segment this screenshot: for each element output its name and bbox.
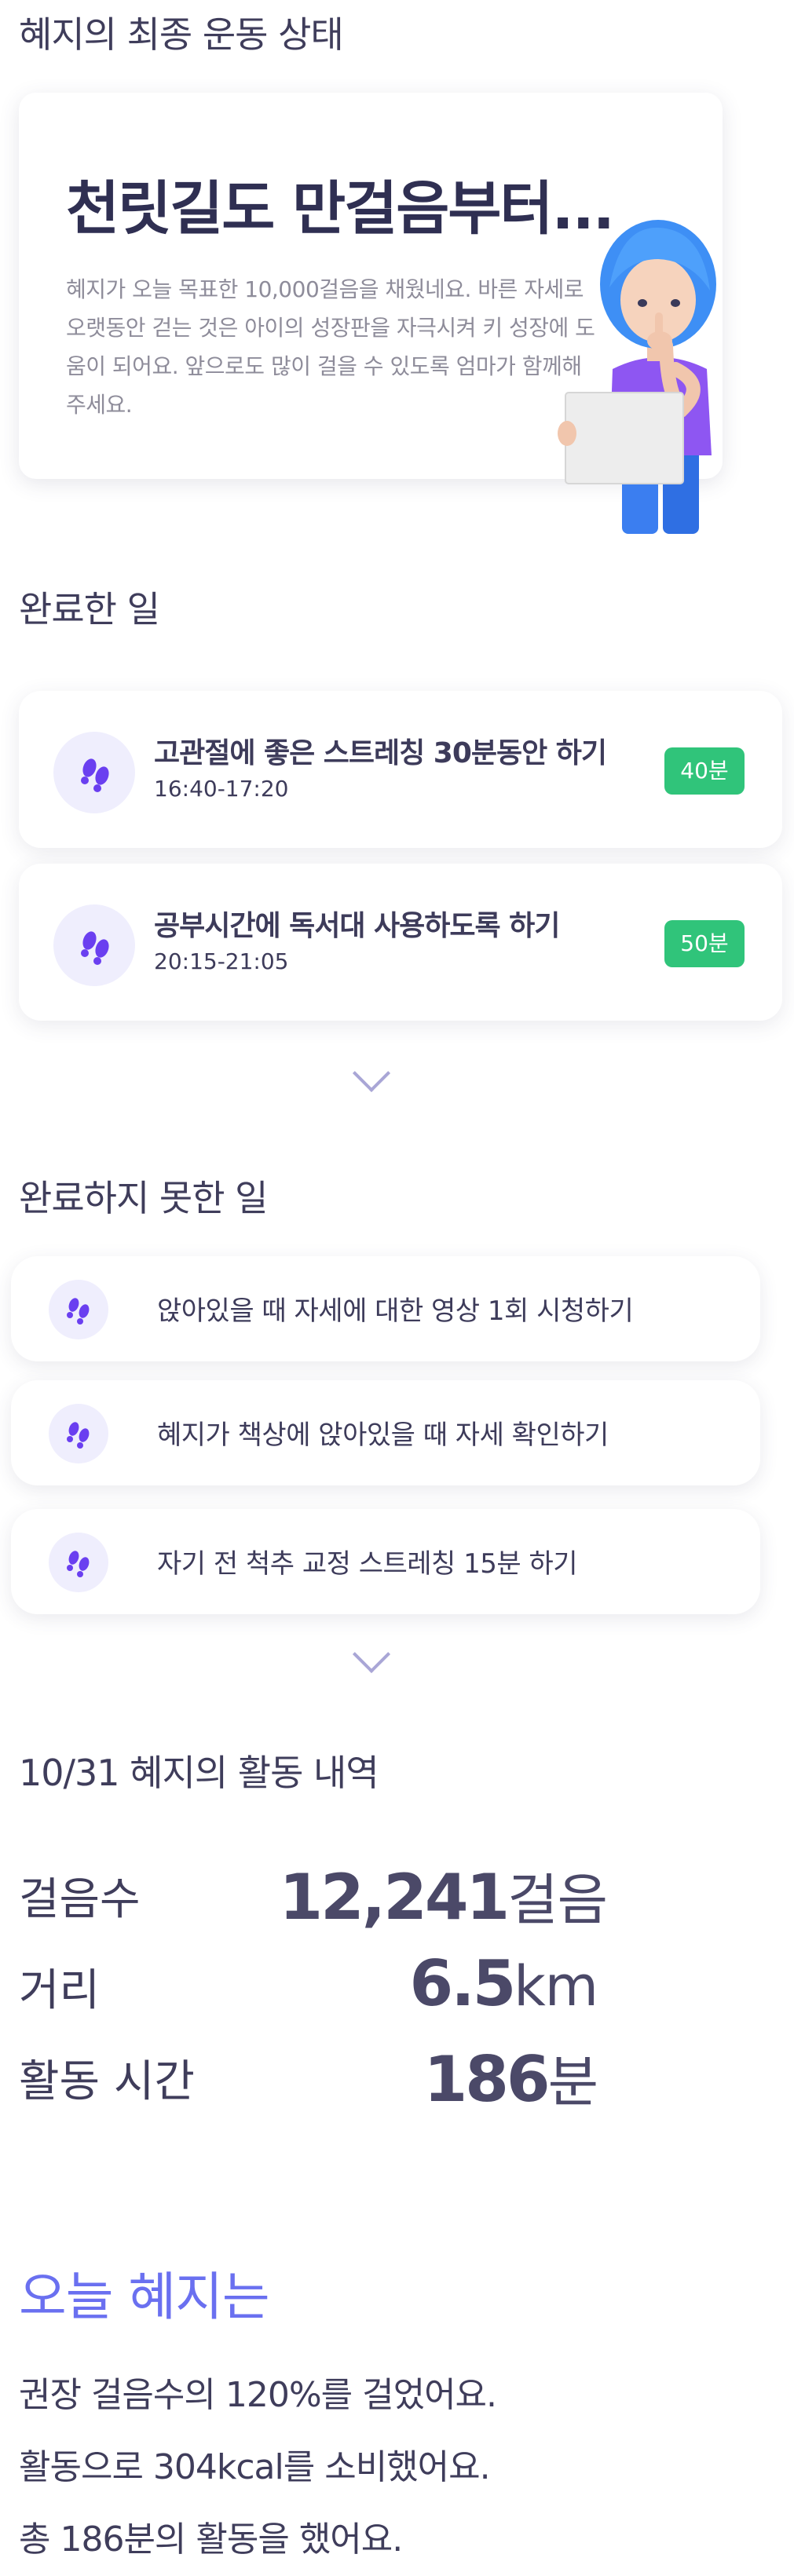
- incomplete-task-label: 앉아있을 때 자세에 대한 영상 1회 시청하기: [157, 1295, 634, 1327]
- chevron-down-icon[interactable]: [352, 1635, 391, 1674]
- summary-headline: 천릿길도 만걸음부터...: [66, 175, 615, 243]
- footprints-icon: [53, 904, 135, 986]
- distance-number: 6.5: [409, 1947, 517, 2020]
- distance-unit: km: [514, 1954, 598, 2019]
- stat-label-steps: 걸음수: [19, 1874, 141, 1925]
- footprints-icon: [49, 1533, 108, 1592]
- footprints-icon: [53, 732, 135, 813]
- incomplete-task-item[interactable]: 앉아있을 때 자세에 대한 영상 1회 시청하기: [11, 1256, 760, 1361]
- chevron-down-icon[interactable]: [352, 1054, 391, 1093]
- task-title: 고관절에 좋은 스트레칭 30분동안 하기: [154, 737, 607, 769]
- incomplete-section-title: 완료하지 못한 일: [19, 1177, 268, 1219]
- stat-label-active-time: 활동 시간: [19, 2056, 195, 2107]
- incomplete-task-label: 혜지가 책상에 앉아있을 때 자세 확인하기: [157, 1420, 609, 1451]
- stat-label-distance: 거리: [19, 1965, 101, 2016]
- today-summary-line: 권장 걸음수의 120%를 걸었어요.: [19, 2375, 497, 2415]
- completed-task-card[interactable]: 고관절에 좋은 스트레칭 30분동안 하기 16:40-17:20 40분: [19, 691, 782, 848]
- summary-message: 혜지가 오늘 목표한 10,000걸음을 채웠네요. 바른 자세로 오랫동안 걷…: [66, 276, 595, 418]
- completed-section-title: 완료한 일: [19, 588, 160, 630]
- duration-badge: 50분: [664, 920, 745, 967]
- footprints-icon: [49, 1280, 108, 1339]
- today-summary-line: 활동으로 304kcal를 소비했어요.: [19, 2447, 491, 2487]
- page-title: 혜지의 최종 운동 상태: [19, 13, 344, 56]
- today-summary-line: 총 186분의 활동을 했어요.: [19, 2519, 403, 2560]
- completed-task-card[interactable]: 공부시간에 독서대 사용하도록 하기 20:15-21:05 50분: [19, 864, 782, 1021]
- incomplete-task-item[interactable]: 혜지가 책상에 앉아있을 때 자세 확인하기: [11, 1380, 760, 1485]
- steps-number: 12,241: [279, 1861, 510, 1934]
- duration-badge: 40분: [664, 747, 745, 795]
- girl-illustration: [558, 220, 716, 534]
- task-title: 공부시간에 독서대 사용하도록 하기: [154, 910, 560, 942]
- active-time-number: 186: [423, 2043, 551, 2116]
- incomplete-task-item[interactable]: 자기 전 척추 교정 스트레칭 15분 하기: [11, 1509, 760, 1614]
- stat-value-steps: 12,241걸음: [279, 1856, 608, 1935]
- stat-value-active-time: 186분: [424, 2038, 598, 2117]
- task-time: 20:15-21:05: [154, 948, 289, 974]
- activity-section-title: 10/31 혜지의 활동 내역: [19, 1752, 379, 1794]
- stat-value-distance: 6.5km: [410, 1947, 598, 2020]
- steps-unit: 걸음: [507, 1868, 608, 1932]
- today-summary-title: 오늘 혜지는: [19, 2267, 270, 2327]
- task-time: 16:40-17:20: [154, 776, 289, 802]
- active-time-unit: 분: [547, 2050, 598, 2114]
- footprints-icon: [49, 1404, 108, 1463]
- incomplete-task-label: 자기 전 척추 교정 스트레칭 15분 하기: [157, 1548, 578, 1580]
